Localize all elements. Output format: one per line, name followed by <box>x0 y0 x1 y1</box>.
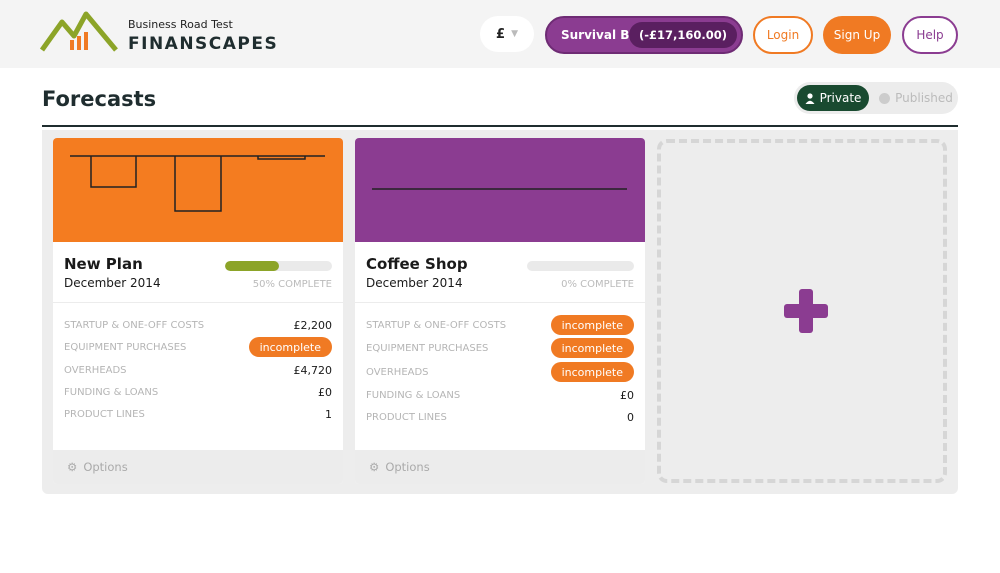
card-date: December 2014 <box>64 276 161 290</box>
gear-icon: ⚙ <box>67 460 78 474</box>
options-label: Options <box>83 460 128 474</box>
gear-icon: ⚙ <box>369 460 380 474</box>
user-icon <box>805 92 815 104</box>
card-title: New Plan <box>64 255 143 273</box>
signup-button[interactable]: Sign Up <box>823 16 891 54</box>
logo-name: FINANSCAPES <box>128 34 279 54</box>
row-label: OVERHEADS <box>366 366 429 378</box>
row-product-lines[interactable]: PRODUCT LINES 0 <box>366 407 634 427</box>
progress-text: 50% COMPLETE <box>252 279 332 290</box>
row-label: EQUIPMENT PURCHASES <box>64 341 187 353</box>
visibility-toggle[interactable]: Private Published <box>794 82 958 114</box>
progress-bar <box>527 261 634 271</box>
incomplete-badge[interactable]: incomplete <box>550 315 634 335</box>
row-label: PRODUCT LINES <box>64 408 145 420</box>
row-equipment-purchases[interactable]: EQUIPMENT PURCHASES incomplete <box>64 337 332 357</box>
progress-text: 0% COMPLETE <box>561 279 634 290</box>
row-label: PRODUCT LINES <box>366 411 447 423</box>
forecast-card-new-plan[interactable]: New Plan December 2014 50% COMPLETE STAR… <box>53 138 343 484</box>
plus-icon <box>784 289 828 333</box>
progress-fill <box>225 261 279 271</box>
top-bar: Business Road Test FINANSCAPES £ ▼ Survi… <box>0 0 1000 68</box>
login-button[interactable]: Login <box>753 16 813 54</box>
options-button[interactable]: ⚙ Options <box>355 450 645 484</box>
toggle-private-label: Private <box>819 91 862 105</box>
options-label: Options <box>385 460 430 474</box>
row-label: OVERHEADS <box>64 364 127 376</box>
row-label: EQUIPMENT PURCHASES <box>366 342 489 354</box>
globe-icon <box>879 92 891 104</box>
row-value: £0 <box>620 388 634 402</box>
row-label: STARTUP & ONE-OFF COSTS <box>64 319 205 331</box>
divider <box>53 302 343 303</box>
divider <box>355 302 645 303</box>
row-value: £4,720 <box>293 363 333 377</box>
toggle-private[interactable]: Private <box>797 85 869 111</box>
row-product-lines[interactable]: PRODUCT LINES 1 <box>64 404 332 424</box>
chevron-down-icon: ▼ <box>511 29 518 39</box>
row-startup-costs[interactable]: STARTUP & ONE-OFF COSTS £2,200 <box>64 315 332 335</box>
survival-budget-button[interactable]: Survival Budget (-£17,160.00) <box>545 16 743 54</box>
help-button[interactable]: Help <box>902 16 958 54</box>
title-divider <box>42 125 958 127</box>
row-overheads[interactable]: OVERHEADS £4,720 <box>64 360 332 380</box>
row-equipment-purchases[interactable]: EQUIPMENT PURCHASES incomplete <box>366 338 634 358</box>
card-header-image <box>355 138 645 242</box>
options-button[interactable]: ⚙ Options <box>53 450 343 484</box>
row-label: STARTUP & ONE-OFF COSTS <box>366 319 507 331</box>
card-header-graphic <box>372 188 627 190</box>
logo-tagline: Business Road Test <box>128 18 233 31</box>
incomplete-badge[interactable]: incomplete <box>550 338 634 358</box>
logo[interactable]: Business Road Test FINANSCAPES <box>40 10 280 56</box>
budget-value: (-£17,160.00) <box>628 22 737 48</box>
currency-value: £ <box>496 26 506 42</box>
mountain-chart-logo-icon <box>40 11 118 52</box>
toggle-published-label: Published <box>895 91 953 105</box>
add-forecast-button[interactable] <box>657 139 947 483</box>
row-value: £0 <box>318 385 332 399</box>
progress-bar <box>225 261 332 271</box>
row-startup-costs[interactable]: STARTUP & ONE-OFF COSTS incomplete <box>366 315 634 335</box>
row-value: 1 <box>325 407 332 421</box>
row-label: FUNDING & LOANS <box>64 386 159 398</box>
row-value: 0 <box>627 410 634 424</box>
card-title: Coffee Shop <box>366 255 468 273</box>
row-overheads[interactable]: OVERHEADS incomplete <box>366 362 634 382</box>
page-title: Forecasts <box>42 87 157 111</box>
card-date: December 2014 <box>366 276 463 290</box>
incomplete-badge[interactable]: incomplete <box>550 362 634 382</box>
incomplete-badge[interactable]: incomplete <box>248 337 332 357</box>
toggle-published[interactable]: Published <box>876 85 956 111</box>
card-header-image <box>53 138 343 242</box>
forecast-card-coffee-shop[interactable]: Coffee Shop December 2014 0% COMPLETE ST… <box>355 138 645 484</box>
card-header-graphic <box>70 155 325 212</box>
row-value: £2,200 <box>293 318 333 332</box>
currency-select[interactable]: £ ▼ <box>480 16 534 52</box>
row-funding-loans[interactable]: FUNDING & LOANS £0 <box>366 385 634 405</box>
row-funding-loans[interactable]: FUNDING & LOANS £0 <box>64 382 332 402</box>
row-label: FUNDING & LOANS <box>366 389 461 401</box>
